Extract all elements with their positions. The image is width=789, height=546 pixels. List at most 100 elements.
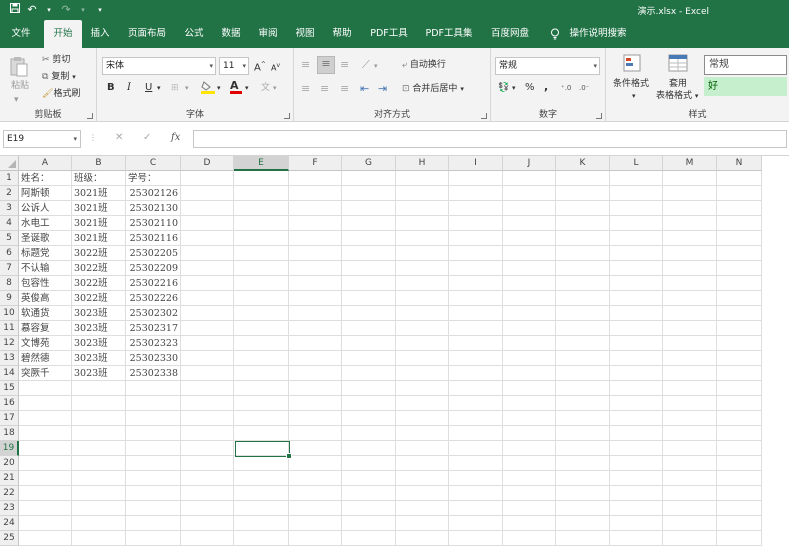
cell-c19[interactable] [126, 441, 181, 456]
cell-g25[interactable] [342, 531, 396, 546]
cell-b17[interactable] [72, 411, 126, 426]
cell-a15[interactable] [19, 381, 72, 396]
cell-b10[interactable]: 3023班 [72, 306, 126, 321]
cell-e7[interactable] [234, 261, 289, 276]
cell-e21[interactable] [234, 471, 289, 486]
row-header-23[interactable]: 23 [0, 501, 19, 516]
cell-f15[interactable] [289, 381, 342, 396]
cell-f24[interactable] [289, 516, 342, 531]
tab-data[interactable]: 数据 [214, 20, 248, 48]
cell-l11[interactable] [610, 321, 663, 336]
cell-d11[interactable] [181, 321, 234, 336]
increase-decimal-icon[interactable]: ⁺.0 [561, 82, 571, 94]
cell-g19[interactable] [342, 441, 396, 456]
style-good[interactable]: 好 [704, 77, 787, 96]
cell-j17[interactable] [503, 411, 556, 426]
cell-k21[interactable] [556, 471, 610, 486]
cell-g21[interactable] [342, 471, 396, 486]
cell-c24[interactable] [126, 516, 181, 531]
column-header-d[interactable]: D [181, 156, 234, 171]
format-as-table-line1[interactable]: 套用 [669, 78, 687, 90]
cell-n14[interactable] [717, 366, 762, 381]
cell-i21[interactable] [449, 471, 503, 486]
cell-m16[interactable] [663, 396, 717, 411]
cell-b18[interactable] [72, 426, 126, 441]
cell-i19[interactable] [449, 441, 503, 456]
cell-f11[interactable] [289, 321, 342, 336]
row-header-25[interactable]: 25 [0, 531, 19, 546]
cell-a25[interactable] [19, 531, 72, 546]
cell-m5[interactable] [663, 231, 717, 246]
cell-i12[interactable] [449, 336, 503, 351]
cell-h1[interactable] [396, 171, 449, 186]
cell-h24[interactable] [396, 516, 449, 531]
cell-m12[interactable] [663, 336, 717, 351]
cell-i9[interactable] [449, 291, 503, 306]
cell-f14[interactable] [289, 366, 342, 381]
phonetic-dropdown-icon[interactable]: ▾ [273, 82, 277, 94]
cell-c11[interactable]: 25302317 [126, 321, 181, 336]
row-header-13[interactable]: 13 [0, 351, 19, 366]
cell-g24[interactable] [342, 516, 396, 531]
cell-j20[interactable] [503, 456, 556, 471]
cell-m14[interactable] [663, 366, 717, 381]
row-header-10[interactable]: 10 [0, 306, 19, 321]
tab-page-layout[interactable]: 页面布局 [120, 20, 174, 48]
cell-m24[interactable] [663, 516, 717, 531]
cell-c5[interactable]: 25302116 [126, 231, 181, 246]
cell-k8[interactable] [556, 276, 610, 291]
cell-n25[interactable] [717, 531, 762, 546]
cell-l6[interactable] [610, 246, 663, 261]
cell-g23[interactable] [342, 501, 396, 516]
worksheet-grid[interactable]: A B C D E F G H I J K L M N 1 姓名： 班级： 学号： 2 阿斯顿 3021班 2530212… [0, 156, 789, 546]
column-header-m[interactable]: M [663, 156, 717, 171]
cell-f3[interactable] [289, 201, 342, 216]
cell-h22[interactable] [396, 486, 449, 501]
cell-n8[interactable] [717, 276, 762, 291]
currency-dropdown-icon[interactable]: ▾ [512, 82, 516, 94]
cell-c4[interactable]: 25302110 [126, 216, 181, 231]
cell-i25[interactable] [449, 531, 503, 546]
cell-d3[interactable] [181, 201, 234, 216]
insert-function-icon[interactable]: fx [171, 131, 180, 145]
cell-i11[interactable] [449, 321, 503, 336]
cell-a9[interactable]: 英俊高 [19, 291, 72, 306]
cell-g3[interactable] [342, 201, 396, 216]
cell-l4[interactable] [610, 216, 663, 231]
row-header-5[interactable]: 5 [0, 231, 19, 246]
cell-g12[interactable] [342, 336, 396, 351]
cell-k9[interactable] [556, 291, 610, 306]
cell-a13[interactable]: 碧然德 [19, 351, 72, 366]
cell-b4[interactable]: 3021班 [72, 216, 126, 231]
cell-l13[interactable] [610, 351, 663, 366]
cancel-icon[interactable]: ✕ [115, 131, 123, 145]
cell-e3[interactable] [234, 201, 289, 216]
cell-n5[interactable] [717, 231, 762, 246]
comma-button[interactable]: , [544, 81, 548, 93]
tab-pdf-toolset[interactable]: PDF工具集 [419, 20, 479, 48]
cell-a6[interactable]: 标题党 [19, 246, 72, 261]
shrink-font-button[interactable]: Av [271, 60, 280, 75]
cell-b8[interactable]: 3022班 [72, 276, 126, 291]
align-top-icon[interactable]: ≡ [301, 58, 310, 72]
cell-k16[interactable] [556, 396, 610, 411]
cell-d17[interactable] [181, 411, 234, 426]
cell-g10[interactable] [342, 306, 396, 321]
cell-n4[interactable] [717, 216, 762, 231]
cell-h8[interactable] [396, 276, 449, 291]
cell-c16[interactable] [126, 396, 181, 411]
font-launcher-icon[interactable] [284, 113, 290, 119]
cell-m10[interactable] [663, 306, 717, 321]
cell-b9[interactable]: 3022班 [72, 291, 126, 306]
row-header-7[interactable]: 7 [0, 261, 19, 276]
cell-h16[interactable] [396, 396, 449, 411]
cell-f10[interactable] [289, 306, 342, 321]
cell-j1[interactable] [503, 171, 556, 186]
cell-c22[interactable] [126, 486, 181, 501]
cell-l5[interactable] [610, 231, 663, 246]
cell-c10[interactable]: 25302302 [126, 306, 181, 321]
cell-g16[interactable] [342, 396, 396, 411]
cell-k19[interactable] [556, 441, 610, 456]
cell-k12[interactable] [556, 336, 610, 351]
cell-j16[interactable] [503, 396, 556, 411]
